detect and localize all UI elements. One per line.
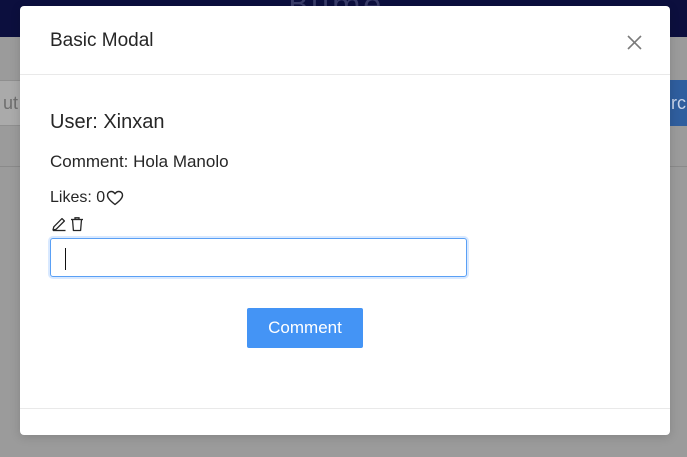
- modal-dialog: Basic Modal User: Xinxan Comment: Hola M…: [20, 6, 670, 435]
- text-caret: [65, 248, 66, 270]
- modal-footer: [20, 408, 670, 436]
- close-icon[interactable]: [620, 28, 648, 56]
- likes-row: Likes: 0: [50, 189, 124, 207]
- comment-button[interactable]: Comment: [247, 308, 363, 348]
- modal-header: Basic Modal: [20, 6, 670, 75]
- comment-actions: [51, 216, 85, 232]
- pencil-icon[interactable]: [51, 216, 67, 232]
- likes-count: Likes: 0: [50, 189, 106, 206]
- trash-icon[interactable]: [69, 216, 85, 232]
- user-name: User: Xinxan: [50, 111, 165, 133]
- comment-text: Comment: Hola Manolo: [50, 152, 229, 171]
- heart-icon[interactable]: [106, 190, 124, 206]
- comment-input[interactable]: [50, 238, 467, 277]
- modal-title: Basic Modal: [50, 30, 154, 51]
- modal-body: User: Xinxan Comment: Hola Manolo Likes:…: [20, 75, 670, 408]
